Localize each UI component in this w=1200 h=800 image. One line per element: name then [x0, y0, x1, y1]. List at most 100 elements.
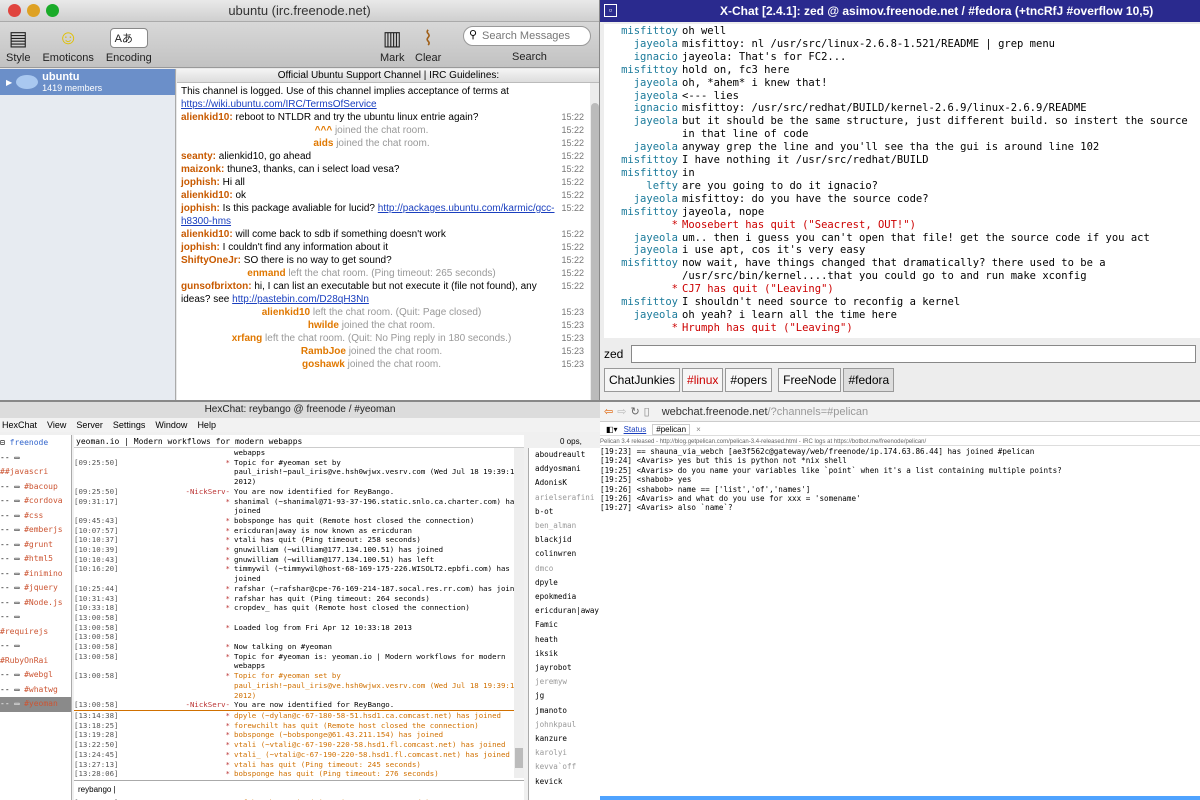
user-item[interactable]: karolyi	[535, 746, 600, 760]
channel-tab[interactable]: #fedora	[843, 368, 895, 392]
user-item[interactable]: blackjid	[535, 533, 600, 547]
log-nick[interactable]: misfittoy	[604, 154, 682, 167]
message-nick[interactable]: maizonk:	[181, 164, 224, 175]
user-item[interactable]: heath	[535, 633, 600, 647]
log-nick[interactable]: misfittoy	[604, 167, 682, 180]
message-nick[interactable]: alienkid10:	[181, 229, 233, 240]
log-nick[interactable]: lefty	[604, 180, 682, 193]
event-nick[interactable]: RambJoe	[301, 346, 346, 357]
tree-item[interactable]: -- ▭ #css	[0, 509, 71, 524]
log-nick[interactable]: jayeola	[604, 232, 682, 245]
log-nick[interactable]: misfittoy	[604, 64, 682, 77]
log-nick[interactable]: *	[174, 750, 234, 760]
message-nick[interactable]: seanty:	[181, 151, 216, 162]
message-nick[interactable]: alienkid10:	[181, 190, 233, 201]
window-menu-icon[interactable]: ▫	[604, 4, 617, 17]
log-nick[interactable]: jayeola	[604, 141, 682, 154]
mark-button[interactable]: ▥ Mark	[380, 26, 404, 65]
tab-status[interactable]: Status	[624, 425, 647, 434]
user-item[interactable]: aboudreault	[535, 448, 600, 462]
user-item[interactable]: dpyle	[535, 576, 600, 590]
options-icon[interactable]: ◧▾	[606, 425, 618, 434]
event-nick[interactable]: xrfang	[232, 333, 263, 344]
message-nick[interactable]: alienkid10:	[181, 112, 233, 123]
log-nick[interactable]: *	[174, 740, 234, 750]
log-nick[interactable]: *	[174, 642, 234, 652]
log-nick[interactable]: *	[174, 603, 234, 613]
close-button[interactable]	[8, 4, 21, 17]
log-nick[interactable]: *	[174, 535, 234, 545]
log-nick[interactable]	[174, 632, 234, 642]
menu-item[interactable]: View	[47, 418, 66, 432]
log-nick[interactable]: *	[174, 516, 234, 526]
tree-item[interactable]: -- ▭ ##javascri	[0, 451, 71, 480]
disclosure-triangle-icon[interactable]: ▶	[6, 78, 12, 87]
event-nick[interactable]: aids	[313, 138, 333, 149]
event-nick[interactable]: goshawk	[302, 359, 345, 370]
tab-close-icon[interactable]: ×	[696, 425, 701, 434]
scrollbar-thumb[interactable]	[515, 748, 523, 768]
log-nick[interactable]	[174, 448, 234, 458]
menu-item[interactable]: Settings	[113, 418, 146, 432]
channel-tab[interactable]: FreeNode	[778, 368, 842, 392]
tree-item[interactable]: -- ▭ #inimino	[0, 567, 71, 582]
channel-tab[interactable]: #linux	[682, 368, 724, 392]
minimize-button[interactable]	[27, 4, 40, 17]
message-nick[interactable]: jophish:	[181, 203, 220, 214]
style-button[interactable]: ▤ Style	[6, 26, 30, 65]
address-bar[interactable]: webchat.freenode.net/?channels=#pelican	[662, 406, 868, 418]
log-nick[interactable]: jayeola	[604, 77, 682, 90]
chat-scrollbar[interactable]	[590, 83, 599, 400]
room-item-ubuntu[interactable]: ▶ ubuntu 1419 members	[0, 69, 175, 95]
tree-item[interactable]: -- ▭ #bacoup	[0, 480, 71, 495]
input-line[interactable]: reybango |	[74, 780, 524, 798]
tree-item[interactable]: -- ▭ #emberjs	[0, 523, 71, 538]
log-nick[interactable]: *	[174, 564, 234, 583]
message-nick[interactable]: jophish:	[181, 242, 220, 253]
reload-icon[interactable]: ↻	[630, 405, 639, 418]
message-nick[interactable]: ShiftyOneJr:	[181, 255, 241, 266]
log-nick[interactable]: jayeola	[604, 193, 682, 206]
encoding-select[interactable]: Aあ	[109, 28, 148, 48]
log-nick[interactable]: ignacio	[604, 51, 682, 64]
emoticons-button[interactable]: ☺ Emoticons	[42, 26, 93, 65]
log-nick[interactable]: misfittoy	[604, 25, 682, 38]
message-nick[interactable]: jophish:	[181, 177, 220, 188]
channel-tab[interactable]: #opers	[725, 368, 773, 392]
log-nick[interactable]: *	[174, 584, 234, 594]
log-nick[interactable]: *	[174, 545, 234, 555]
nick-label[interactable]: zed	[604, 347, 623, 361]
log-nick[interactable]: *	[174, 594, 234, 604]
message-nick[interactable]: gunsofbrixton:	[181, 281, 252, 292]
tree-item[interactable]: -- ▭ #RubyOnRai	[0, 639, 71, 668]
back-arrow-icon[interactable]: ⇦	[604, 405, 613, 418]
tree-item[interactable]: -- ▭ #html5	[0, 552, 71, 567]
menu-item[interactable]: Server	[76, 418, 103, 432]
log-nick[interactable]: ignacio	[604, 102, 682, 115]
zoom-button[interactable]	[46, 4, 59, 17]
user-item[interactable]: jayrobot	[535, 661, 600, 675]
encoding-button[interactable]: Aあ Encoding	[106, 26, 152, 64]
user-item[interactable]: kevva`off	[535, 760, 600, 774]
log-nick[interactable]: *	[174, 555, 234, 565]
log-nick[interactable]	[174, 613, 234, 623]
log-nick[interactable]: misfittoy	[604, 296, 682, 309]
log-nick[interactable]: *	[174, 526, 234, 536]
log-nick[interactable]: -NickServ-	[174, 487, 234, 497]
user-item[interactable]: epokmedia	[535, 590, 600, 604]
user-item[interactable]: Famic	[535, 618, 600, 632]
user-item[interactable]: dmco	[535, 562, 600, 576]
user-item[interactable]: iksik	[535, 647, 600, 661]
message-input[interactable]	[631, 345, 1196, 363]
log-nick[interactable]: jayeola	[604, 38, 682, 51]
user-item[interactable]: jg	[535, 689, 600, 703]
user-item[interactable]: colinwren	[535, 547, 600, 561]
nick-button[interactable]: reybango	[78, 785, 111, 794]
log-nick[interactable]: *	[174, 671, 234, 700]
log-nick[interactable]: *	[174, 497, 234, 516]
user-item[interactable]: addyosmani	[535, 462, 600, 476]
channel-tab[interactable]: ChatJunkies	[604, 368, 681, 392]
tree-item[interactable]: -- ▭ #webgl	[0, 668, 71, 683]
user-item[interactable]: arielserafini	[535, 491, 600, 505]
tree-item[interactable]: -- ▭ #cordova	[0, 494, 71, 509]
